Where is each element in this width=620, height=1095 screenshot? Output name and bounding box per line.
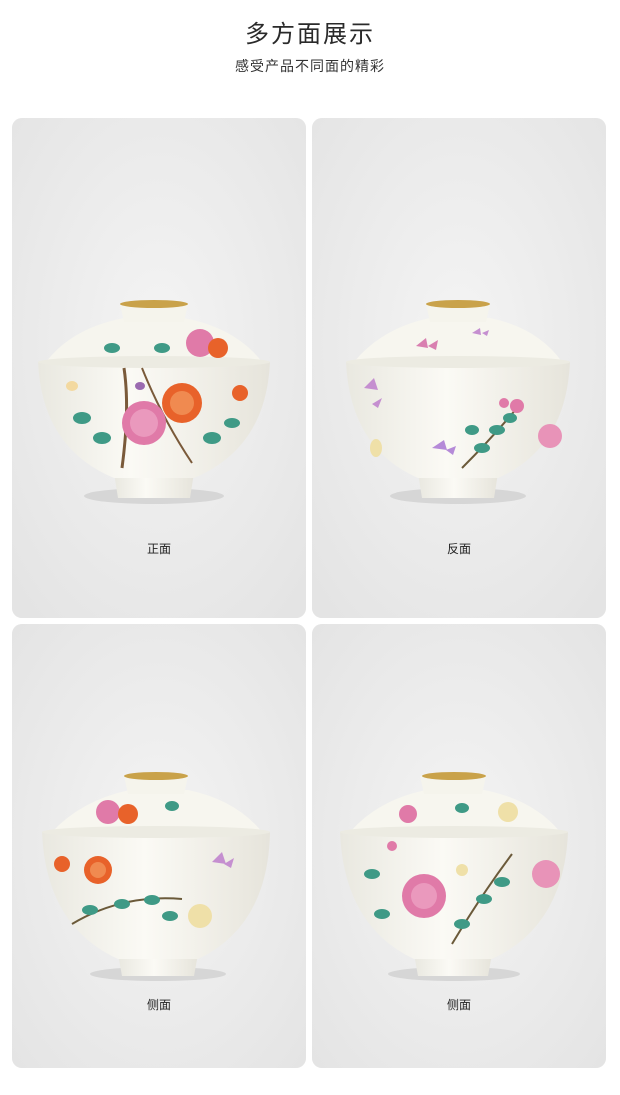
view-label-back: 反面 [446, 542, 471, 556]
product-view-card-back: 反面 [312, 118, 606, 618]
view-label-front: 正面 [146, 542, 171, 556]
page-title: 多方面展示 [245, 20, 375, 48]
page-subtitle: 感受产品不同面的精彩 [235, 59, 385, 75]
product-view-card-front: 正面 [12, 118, 306, 618]
product-view-card-side-2: 侧面 [312, 624, 606, 1068]
view-label-side-1: 侧面 [146, 998, 171, 1012]
view-label-side-2: 侧面 [446, 998, 471, 1012]
product-view-card-side-1: 侧面 [12, 624, 306, 1068]
